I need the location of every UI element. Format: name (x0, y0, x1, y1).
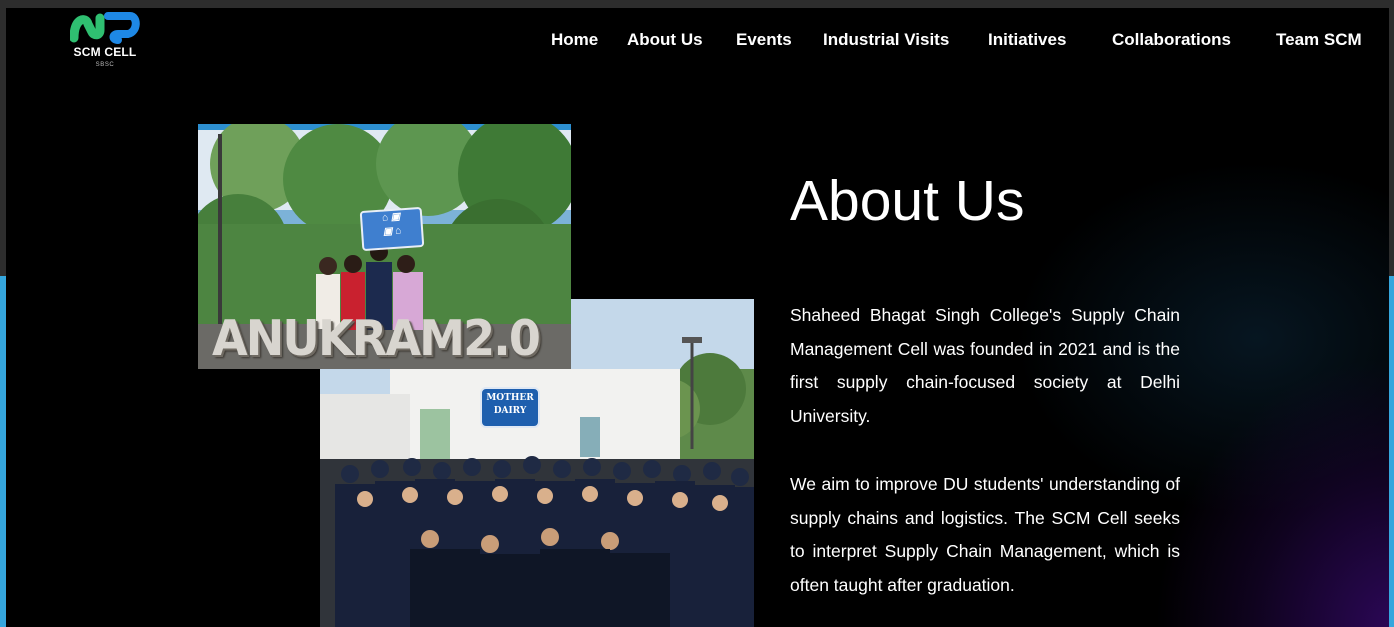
nav-initiatives[interactable]: Initiatives (988, 30, 1066, 50)
logo-title: SCM CELL (73, 45, 137, 59)
about-paragraph-1: Shaheed Bhagat Singh College's Supply Ch… (790, 305, 1180, 426)
nav-home[interactable]: Home (551, 30, 598, 50)
page: SCM CELL SBSC Home About Us Events Indus… (6, 8, 1389, 627)
nav-about-us[interactable]: About Us (627, 30, 703, 50)
nav-team-scm[interactable]: Team SCM (1276, 30, 1362, 50)
nav-collaborations[interactable]: Collaborations (1112, 30, 1231, 50)
mother-dairy-sign: MOTHER DAIRY (480, 387, 540, 428)
anukram-letters: ANUKRAM2.0 (212, 310, 541, 367)
event-photo: ⌂ ▣ ▣ ⌂ ANUKRAM2.0 (198, 124, 571, 369)
logo-subtitle: SBSC (95, 62, 115, 68)
nav-industrial-visits[interactable]: Industrial Visits (823, 30, 949, 50)
scm-logo-icon (70, 12, 140, 44)
event-poster: ⌂ ▣ ▣ ⌂ (359, 206, 425, 252)
about-title: About Us (790, 169, 1025, 233)
about-paragraph-2: We aim to improve DU students' understan… (790, 474, 1180, 595)
nav-events[interactable]: Events (736, 30, 792, 50)
logo[interactable]: SCM CELL SBSC (68, 10, 144, 74)
